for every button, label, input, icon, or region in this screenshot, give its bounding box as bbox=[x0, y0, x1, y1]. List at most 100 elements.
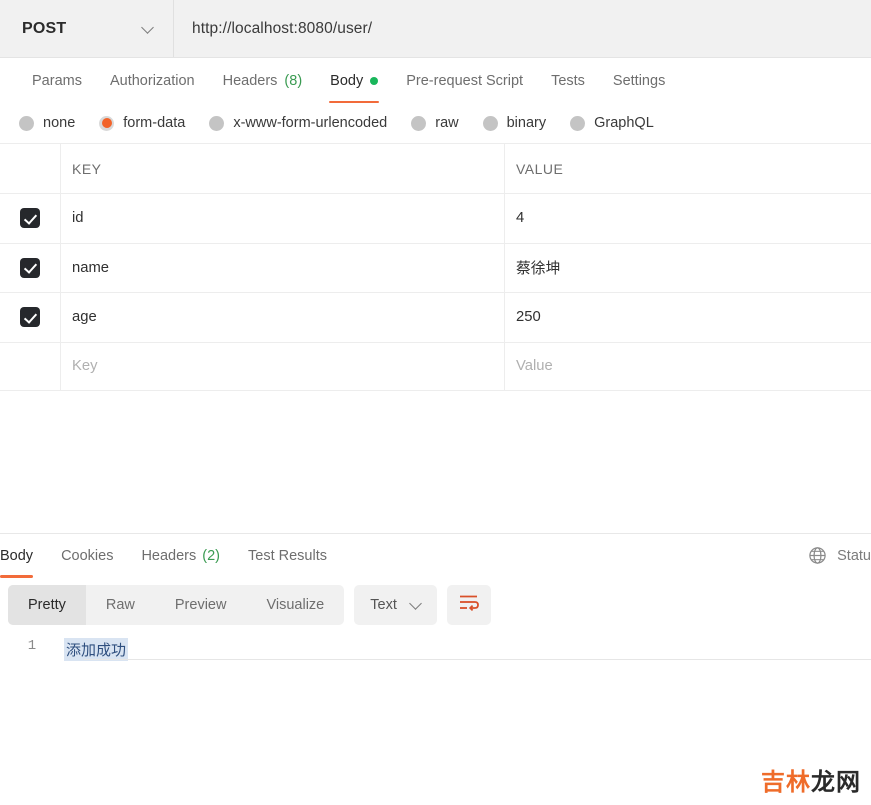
response-tab-body[interactable]: Body bbox=[0, 534, 47, 578]
body-type-label: none bbox=[43, 115, 76, 131]
tab-label: Authorization bbox=[109, 72, 195, 89]
body-type-label: form-data bbox=[123, 115, 186, 131]
table-row: name 蔡徐坤 bbox=[0, 242, 871, 293]
word-wrap-button[interactable] bbox=[446, 584, 491, 625]
radio-icon bbox=[411, 115, 427, 131]
language-label: Text bbox=[370, 596, 397, 613]
response-body-text: 添加成功 bbox=[64, 637, 129, 661]
request-tabs: Params Authorization Headers (8) Body Pr… bbox=[0, 58, 871, 103]
row-checkbox-cell bbox=[0, 293, 61, 342]
response-language-selector[interactable]: Text bbox=[354, 584, 437, 625]
view-mode-visualize[interactable]: Visualize bbox=[246, 585, 344, 625]
table-row: id 4 bbox=[0, 193, 871, 243]
tab-label: Params bbox=[32, 72, 82, 89]
radio-icon bbox=[482, 115, 498, 131]
tab-label: Tests bbox=[551, 72, 585, 89]
row-key-input[interactable]: id bbox=[61, 194, 505, 243]
globe-icon bbox=[808, 546, 827, 565]
tab-label: Headers bbox=[141, 547, 197, 564]
tab-label: Body bbox=[330, 72, 364, 89]
response-viewer-toolbar: Pretty Raw Preview Visualize Text bbox=[0, 577, 871, 632]
view-mode-label: Pretty bbox=[28, 596, 66, 613]
row-key-input[interactable]: age bbox=[61, 293, 505, 342]
radio-icon bbox=[19, 115, 34, 131]
watermark-part-1: 吉林 bbox=[761, 769, 811, 796]
body-type-graphql[interactable]: GraphQL bbox=[570, 115, 654, 131]
word-wrap-icon bbox=[458, 594, 480, 616]
row-checkbox[interactable] bbox=[20, 208, 40, 229]
response-status-area: Statu bbox=[808, 534, 871, 578]
chevron-down-icon bbox=[410, 598, 423, 611]
body-type-label: binary bbox=[506, 115, 547, 131]
row-checkbox-cell bbox=[0, 243, 61, 292]
radio-selected-icon bbox=[99, 115, 115, 131]
new-row-checkbox-cell bbox=[0, 342, 61, 390]
row-value-input[interactable]: 4 bbox=[505, 194, 871, 243]
response-tabs: Body Cookies Headers (2) Test Results St… bbox=[0, 533, 871, 578]
tab-body[interactable]: Body bbox=[316, 58, 392, 103]
view-mode-raw[interactable]: Raw bbox=[86, 585, 155, 625]
tab-headers[interactable]: Headers (8) bbox=[209, 58, 317, 103]
row-value-input[interactable]: 250 bbox=[505, 293, 871, 342]
tab-count: (2) bbox=[202, 547, 220, 564]
view-mode-preview[interactable]: Preview bbox=[155, 585, 247, 625]
url-bar: POST http://localhost:8080/user/ bbox=[0, 0, 871, 58]
response-tab-headers[interactable]: Headers (2) bbox=[127, 534, 234, 578]
row-checkbox-cell bbox=[0, 194, 61, 243]
radio-icon bbox=[209, 115, 225, 131]
code-line-underline bbox=[84, 658, 871, 660]
http-method-label: POST bbox=[22, 19, 67, 37]
view-mode-segmented-control: Pretty Raw Preview Visualize bbox=[8, 584, 345, 625]
postman-request-response-view: POST http://localhost:8080/user/ Params … bbox=[0, 0, 871, 805]
view-mode-label: Preview bbox=[174, 596, 227, 613]
code-line: 1 添加成功 bbox=[0, 637, 871, 664]
tab-label: Headers bbox=[222, 72, 278, 89]
row-checkbox[interactable] bbox=[20, 257, 40, 278]
line-number: 1 bbox=[27, 637, 37, 654]
header-checkbox-cell bbox=[0, 144, 61, 193]
body-type-radio-group: none form-data x-www-form-urlencoded raw… bbox=[0, 103, 871, 143]
column-header-key: KEY bbox=[61, 144, 505, 193]
table-new-row: Key Value bbox=[0, 341, 871, 391]
http-method-selector[interactable]: POST bbox=[0, 0, 174, 57]
new-row-value-input[interactable]: Value bbox=[505, 343, 871, 391]
tab-authorization[interactable]: Authorization bbox=[96, 58, 209, 103]
body-type-binary[interactable]: binary bbox=[482, 115, 547, 131]
column-header-value: VALUE bbox=[516, 160, 564, 177]
response-tab-test-results[interactable]: Test Results bbox=[234, 534, 341, 578]
row-value-input[interactable]: 蔡徐坤 bbox=[505, 244, 871, 293]
table-row: age 250 bbox=[0, 292, 871, 342]
chevron-down-icon bbox=[142, 22, 155, 35]
new-row-key-input[interactable]: Key bbox=[61, 342, 505, 390]
tab-params[interactable]: Params bbox=[18, 58, 96, 103]
response-body-viewer[interactable]: 1 添加成功 吉林龙网 bbox=[0, 631, 871, 805]
view-mode-label: Raw bbox=[105, 596, 135, 613]
status-label: Statu bbox=[837, 547, 871, 564]
row-checkbox[interactable] bbox=[20, 307, 40, 328]
row-key-input[interactable]: name bbox=[61, 243, 505, 292]
body-modified-dot-icon bbox=[370, 76, 379, 85]
radio-icon bbox=[570, 115, 586, 131]
body-type-label: GraphQL bbox=[594, 115, 654, 131]
tab-tests[interactable]: Tests bbox=[537, 58, 599, 103]
tab-pre-request-script[interactable]: Pre-request Script bbox=[392, 58, 537, 103]
request-empty-area bbox=[0, 391, 871, 533]
tab-count: (8) bbox=[284, 72, 303, 89]
table-header-row: KEY VALUE bbox=[0, 143, 871, 193]
watermark: 吉林龙网 bbox=[761, 762, 861, 797]
body-type-form-data[interactable]: form-data bbox=[99, 115, 185, 131]
body-type-raw[interactable]: raw bbox=[411, 115, 459, 131]
tab-label: Pre-request Script bbox=[406, 72, 524, 89]
watermark-part-2: 龙网 bbox=[811, 769, 861, 796]
response-tab-cookies[interactable]: Cookies bbox=[47, 534, 127, 578]
tab-settings[interactable]: Settings bbox=[599, 58, 679, 103]
body-type-label: raw bbox=[435, 115, 459, 131]
tab-label: Body bbox=[0, 547, 34, 564]
body-type-none[interactable]: none bbox=[19, 115, 75, 131]
form-data-table: KEY VALUE id 4 name 蔡徐坤 age 250 Key Valu… bbox=[0, 143, 871, 391]
body-type-x-www-form-urlencoded[interactable]: x-www-form-urlencoded bbox=[209, 115, 387, 131]
url-input[interactable]: http://localhost:8080/user/ bbox=[174, 0, 871, 57]
tab-label: Settings bbox=[612, 72, 666, 89]
body-type-label: x-www-form-urlencoded bbox=[233, 115, 388, 131]
view-mode-pretty[interactable]: Pretty bbox=[8, 584, 86, 625]
